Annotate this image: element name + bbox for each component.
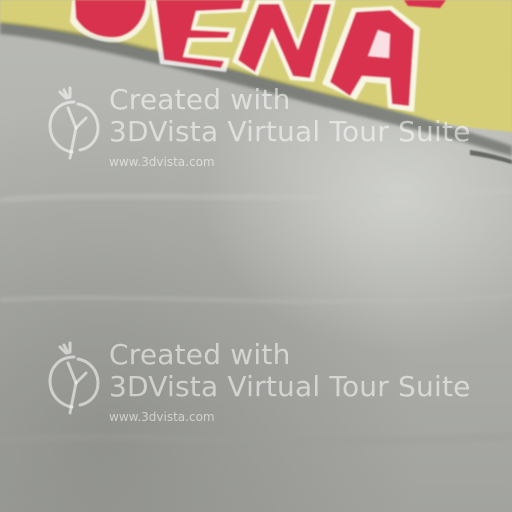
watermark-created-with: Created with <box>109 338 291 371</box>
watermark-url: www.3dvista.com <box>109 155 215 169</box>
3dvista-logo-icon <box>48 86 100 160</box>
watermark-product-name: 3DVista Virtual Tour Suite <box>109 115 471 148</box>
watermark-created-with: Created with <box>109 83 291 116</box>
watermark-url: www.3dvista.com <box>109 410 215 424</box>
photo-scene: Created with 3DVista Virtual Tour Suite … <box>0 0 512 512</box>
photo-content <box>0 0 512 446</box>
watermark-bottom: Created with 3DVista Virtual Tour Suite … <box>46 339 496 429</box>
watermark-top: Created with 3DVista Virtual Tour Suite … <box>46 84 496 174</box>
3dvista-logo-icon <box>48 341 100 415</box>
watermark-product-name: 3DVista Virtual Tour Suite <box>109 370 471 403</box>
